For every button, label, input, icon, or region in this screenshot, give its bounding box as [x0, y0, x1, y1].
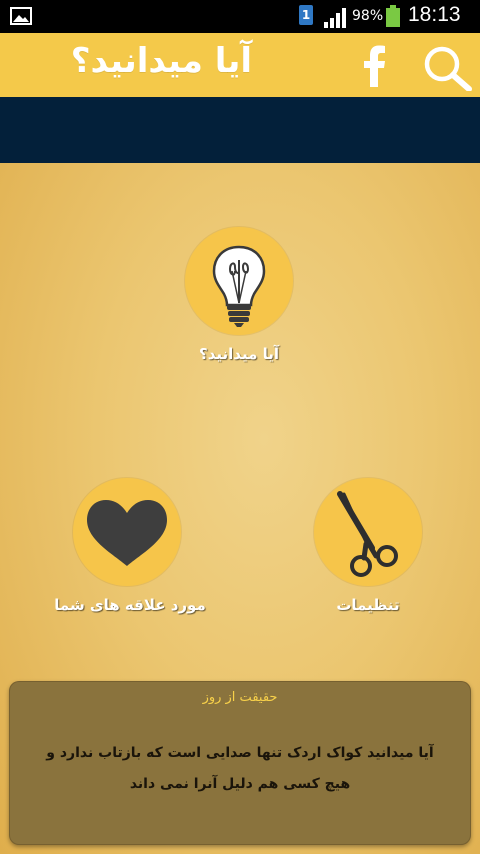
fact-of-day-title: حقیقت از روز: [202, 690, 278, 705]
did-you-know-button[interactable]: [185, 227, 293, 335]
fact-of-day-card: حقیقت از روز آیا میدانید کواک اردک تنها …: [9, 681, 471, 845]
fact-of-day-text: آیا میدانید کواک اردک تنها صدایی است که …: [46, 745, 434, 792]
signal-icon: [324, 8, 346, 28]
status-bar: 1 98% 18:13: [0, 0, 480, 33]
settings-label: تنظیمات: [336, 596, 400, 614]
battery-percent: 98%: [352, 8, 384, 24]
battery-icon: [386, 5, 400, 27]
banner-area: [0, 97, 480, 163]
clock: 18:13: [408, 3, 461, 26]
heart-icon: [87, 500, 167, 566]
scissors-icon: [337, 491, 398, 577]
app-title: آیا میدانید؟: [70, 41, 252, 81]
app-bar: آیا میدانید؟: [0, 33, 480, 98]
favorites-button[interactable]: [73, 478, 181, 586]
sim-indicator: 1: [299, 5, 313, 25]
lightbulb-icon: [212, 245, 266, 327]
image-notification-icon: [10, 7, 32, 25]
search-icon[interactable]: [422, 45, 472, 91]
favorites-label: مورد علاقه های شما: [54, 596, 206, 614]
settings-button[interactable]: [314, 478, 422, 586]
did-you-know-label: آیا میدانید؟: [199, 345, 279, 363]
facebook-icon[interactable]: [362, 45, 386, 87]
